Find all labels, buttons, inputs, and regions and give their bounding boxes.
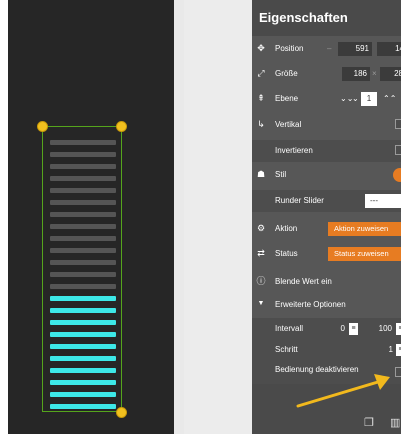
slider-segment-active (50, 380, 116, 385)
invert-label: Invertieren (275, 146, 313, 155)
slider-segment-inactive (50, 152, 116, 157)
actions-label: Aktion (275, 224, 298, 233)
round-slider-label: Runder Slider (275, 196, 324, 205)
vertical-slider-widget[interactable] (50, 134, 116, 410)
row-advanced-options[interactable]: ▼ Erweiterte Optionen (252, 294, 401, 316)
row-layer: ⇞ Ebene ⌄⌄ ⌄ 1 ⌃⌃ (252, 88, 401, 110)
interval-max-input[interactable]: 100 (373, 322, 395, 336)
position-separator: – (327, 44, 332, 53)
position-label: Position (275, 44, 304, 53)
canvas-scrollbar[interactable] (174, 0, 184, 434)
layers-icon: ⇞ (257, 93, 265, 103)
resize-handle-bottom-right[interactable] (116, 407, 127, 418)
style-icon: ☗ (256, 169, 266, 179)
annotation-arrow-shaft (296, 380, 380, 408)
slider-segment-active (50, 344, 116, 349)
slider-segment-active (50, 308, 116, 313)
show-value-label: Blende Wert ein (275, 277, 332, 286)
slider-segment-active (50, 296, 116, 301)
row-vertical: ↳ Vertikal (252, 114, 401, 136)
interval-max-stepper[interactable]: ≡ (396, 323, 401, 335)
slider-segment-active (50, 332, 116, 337)
row-status: ⇄ Status Status zuweisen (252, 243, 401, 265)
interval-min-input[interactable]: 0 (332, 322, 348, 336)
annotation-arrow (296, 374, 390, 408)
size-separator: × (372, 69, 377, 78)
slider-segment-active (50, 404, 116, 409)
step-label: Schritt (275, 345, 298, 354)
slider-segment-inactive (50, 284, 116, 289)
slider-segment-active (50, 368, 116, 373)
resize-handle-top-right[interactable] (116, 121, 127, 132)
layer-input[interactable]: 1 (361, 92, 377, 106)
interval-label: Intervall (275, 324, 304, 333)
resize-icon: ⤢ (257, 68, 265, 78)
status-label: Status (275, 249, 298, 258)
row-invert: Invertieren (252, 140, 401, 162)
slider-segment-inactive (50, 200, 116, 205)
slider-segment-inactive (50, 236, 116, 241)
step-stepper[interactable]: ≡ (396, 344, 401, 356)
style-edit-button[interactable] (393, 168, 401, 182)
slider-segment-inactive (50, 176, 116, 181)
size-label: Größe (275, 69, 298, 78)
row-step: Schritt 1 ≡ (252, 339, 401, 361)
info-icon: ⓘ (256, 276, 266, 286)
layer-up-button[interactable]: ⌃⌃ (383, 94, 396, 104)
move-icon: ✥ (257, 43, 265, 53)
size-height-input[interactable]: 28 (380, 67, 401, 81)
advanced-options-label: Erweiterte Optionen (275, 300, 346, 309)
panel-title: Eigenschaften (252, 0, 401, 36)
slider-segment-inactive (50, 212, 116, 217)
size-width-input[interactable]: 186 (342, 67, 370, 81)
slider-segment-inactive (50, 272, 116, 277)
row-show-value: ⓘ Blende Wert ein (252, 271, 401, 293)
canvas-margin (184, 0, 252, 434)
status-icon: ⇄ (257, 248, 265, 258)
row-position: ✥ Position – 591 14 (252, 38, 401, 60)
slider-segment-inactive (50, 140, 116, 145)
vertical-icon: ↳ (257, 119, 265, 129)
slider-segment-inactive (50, 248, 116, 253)
round-slider-select[interactable]: --- (365, 194, 401, 208)
duplicate-icon[interactable]: ❐ (364, 417, 374, 429)
row-round-slider: Runder Slider --- (252, 190, 401, 212)
row-size: ⤢ Größe 186 × 28 (252, 63, 401, 85)
row-interval: Intervall 0 ≡ 100 ≡ (252, 318, 401, 340)
slider-segment-active (50, 320, 116, 325)
assign-status-button[interactable]: Status zuweisen (328, 247, 401, 261)
interval-min-stepper[interactable]: ≡ (349, 323, 358, 335)
position-x-input[interactable]: 591 (338, 42, 372, 56)
layer-down-one-button[interactable]: ⌄ (352, 94, 359, 104)
invert-checkbox[interactable] (395, 145, 401, 155)
slider-segment-active (50, 392, 116, 397)
properties-panel: Eigenschaften ✥ Position – 591 14 ⤢ Größ… (252, 0, 401, 434)
slider-segment-inactive (50, 260, 116, 265)
resize-handle-top-left[interactable] (37, 121, 48, 132)
slider-segment-active (50, 356, 116, 361)
gear-icon: ⚙ (256, 223, 266, 233)
row-actions: ⚙ Aktion Aktion zuweisen (252, 218, 401, 240)
vertical-label: Vertikal (275, 120, 302, 129)
step-input[interactable]: 1 (380, 343, 396, 357)
delete-icon[interactable]: ▥ (390, 417, 400, 429)
position-y-input[interactable]: 14 (377, 42, 401, 56)
row-style: ☗ Stil (252, 164, 401, 186)
caret-down-icon: ▼ (257, 300, 265, 307)
slider-segment-inactive (50, 164, 116, 169)
slider-segment-inactive (50, 224, 116, 229)
layer-label: Ebene (275, 94, 299, 103)
assign-action-button[interactable]: Aktion zuweisen (328, 222, 401, 236)
slider-segment-inactive (50, 188, 116, 193)
style-label: Stil (275, 170, 287, 179)
vertical-checkbox[interactable] (395, 119, 401, 129)
